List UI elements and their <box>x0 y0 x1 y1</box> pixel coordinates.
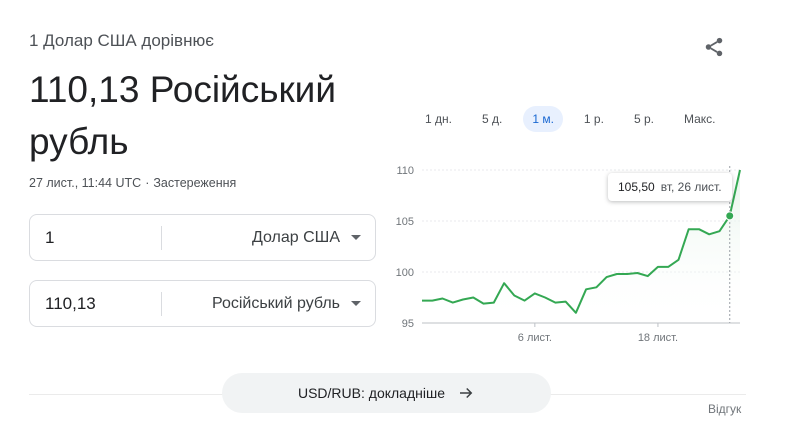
x-tick-label: 18 лист. <box>638 332 678 344</box>
chevron-down-icon[interactable] <box>351 235 361 240</box>
share-icon <box>705 37 723 57</box>
to-amount-input[interactable]: 110,13 <box>45 281 96 326</box>
divider <box>161 292 162 316</box>
range-tab[interactable]: 1 дн. <box>416 106 461 132</box>
y-tick-label: 110 <box>396 165 414 177</box>
range-tab[interactable]: Макс. <box>675 106 725 132</box>
y-tick-label: 100 <box>396 267 414 279</box>
conversion-description: 1 Долар США дорівнює <box>29 31 214 50</box>
to-currency-select[interactable]: Російський рубль <box>212 281 340 326</box>
feedback-link[interactable]: Відгук <box>708 402 741 416</box>
to-currency-row: 110,13 Російський рубль <box>29 280 376 327</box>
y-tick-label: 95 <box>402 318 414 330</box>
from-amount-input[interactable]: 1 <box>45 215 54 260</box>
x-tick-label: 6 лист. <box>518 332 552 344</box>
tooltip-value: 105,50 <box>618 180 655 194</box>
separator-dot: · <box>145 176 150 190</box>
range-tab[interactable]: 5 р. <box>625 106 663 132</box>
disclaimer-link[interactable]: Застереження <box>153 176 236 190</box>
range-tab[interactable]: 5 д. <box>473 106 511 132</box>
more-details-label: USD/RUB: докладніше <box>297 385 445 401</box>
range-tab[interactable]: 1 м. <box>523 106 563 132</box>
y-tick-label: 105 <box>396 216 414 228</box>
tooltip-date: вт, 26 лист. <box>660 180 722 194</box>
timestamp: 27 лист., 11:44 UTC <box>29 176 142 190</box>
timestamp-line: 27 лист., 11:44 UTC · Застереження <box>29 176 236 190</box>
more-details-button[interactable]: USD/RUB: докладніше <box>222 373 551 413</box>
from-currency-row: 1 Долар США <box>29 214 376 261</box>
exchange-rate-value: 110,13 Російський рубль <box>29 69 337 162</box>
chevron-down-icon[interactable] <box>351 301 361 306</box>
divider <box>161 226 162 250</box>
time-range-tabs: 1 дн. 5 д. 1 м. 1 р. 5 р. Макс. <box>416 106 736 132</box>
hover-point <box>725 211 735 221</box>
range-tab[interactable]: 1 р. <box>575 106 613 132</box>
arrow-right-icon <box>457 384 475 402</box>
share-button[interactable] <box>700 33 728 61</box>
from-currency-select[interactable]: Долар США <box>252 215 340 260</box>
chart-tooltip: 105,50 вт, 26 лист. <box>608 173 732 201</box>
